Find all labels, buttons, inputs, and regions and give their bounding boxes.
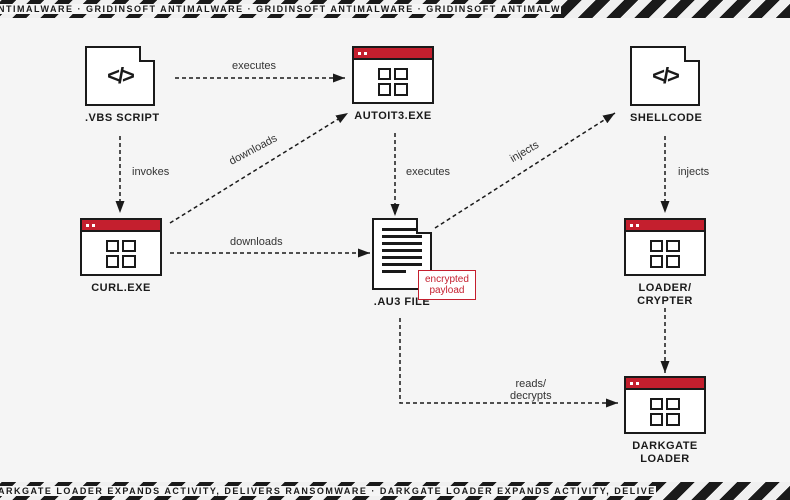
edge-label-curl-autoit: downloads <box>227 132 279 167</box>
watermark-bottom-text: DARKGATE LOADER EXPANDS ACTIVITY, DELIVE… <box>0 486 656 496</box>
watermark-bottom-stripe: DARKGATE LOADER EXPANDS ACTIVITY, DELIVE… <box>0 482 790 500</box>
watermark-top-text: ANTIMALWARE · GRIDINSOFT ANTIMALWARE · G… <box>0 4 561 14</box>
node-autoit: AUTOIT3.EXE <box>352 46 434 123</box>
app-window-icon <box>80 218 162 276</box>
node-label-autoit: AUTOIT3.EXE <box>352 110 434 123</box>
edge-label-vbs-autoit: executes <box>232 60 276 72</box>
node-darkgate: DARKGATE LOADER <box>624 376 706 466</box>
node-label-shellcode: SHELLCODE <box>630 112 702 125</box>
code-glyph: </> <box>107 63 133 89</box>
edge-label-shellcode-loader: injects <box>678 166 709 178</box>
node-curl: CURL.EXE <box>80 218 162 295</box>
app-window-icon <box>624 376 706 434</box>
app-window-icon <box>352 46 434 104</box>
node-label-vbs: .VBS SCRIPT <box>85 112 160 125</box>
windows-logo-icon <box>650 240 680 268</box>
node-label-loader: LOADER/ CRYPTER <box>624 282 706 308</box>
code-glyph: </> <box>652 63 678 89</box>
diagram-canvas: executes invokes downloads downloads exe… <box>0 18 790 482</box>
script-file-icon: </> <box>85 46 155 106</box>
node-vbs-script: </> .VBS SCRIPT <box>85 46 160 125</box>
script-file-icon: </> <box>630 46 700 106</box>
windows-logo-icon <box>650 398 680 426</box>
windows-logo-icon <box>378 68 408 96</box>
node-shellcode: </> SHELLCODE <box>630 46 702 125</box>
edge-label-au3-shellcode: injects <box>508 139 541 165</box>
node-label-darkgate: DARKGATE LOADER <box>624 440 706 466</box>
node-label-curl: CURL.EXE <box>80 282 162 295</box>
edge-label-autoit-au3: executes <box>406 166 450 178</box>
node-loader-crypter: LOADER/ CRYPTER <box>624 218 706 308</box>
windows-logo-icon <box>106 240 136 268</box>
watermark-top-stripe: ANTIMALWARE · GRIDINSOFT ANTIMALWARE · G… <box>0 0 790 18</box>
edge-label-vbs-curl: invokes <box>132 166 169 178</box>
edge-label-au3-darkgate: reads/ decrypts <box>510 378 552 402</box>
encrypted-payload-tag: encrypted payload <box>418 270 476 300</box>
app-window-icon <box>624 218 706 276</box>
edge-label-curl-au3: downloads <box>230 236 283 248</box>
